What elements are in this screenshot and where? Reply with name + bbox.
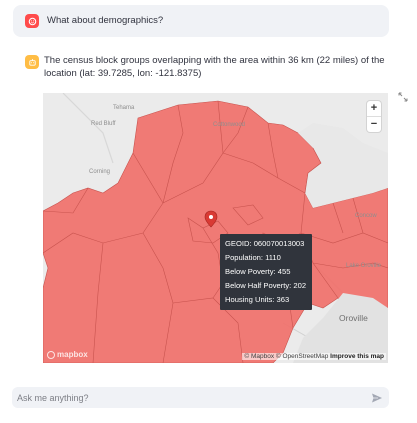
chat-input-container [12, 387, 389, 408]
tooltip-housing-units: Housing Units: 363 [225, 295, 290, 304]
map-view[interactable]: Tehama Red Bluff Corning Cottonwood Conc… [43, 93, 388, 363]
map-label-lake-oroville: Lake Oroville [346, 263, 382, 269]
chat-input[interactable] [12, 387, 357, 408]
map-attribution: © Mapbox © OpenStreetMap Improve this ma… [242, 353, 386, 360]
send-icon[interactable] [371, 392, 383, 404]
expand-icon[interactable] [398, 92, 408, 102]
user-message-text: What about demographics? [47, 15, 164, 26]
map-label-cottonwood: Cottonwood [213, 122, 246, 128]
zoom-out-button[interactable]: − [367, 116, 381, 132]
mapbox-logo[interactable]: mapbox [47, 350, 88, 359]
assistant-message-text: The census block groups overlapping with… [44, 55, 385, 79]
map-label-concow: Concow [355, 213, 377, 219]
map-label-oroville: Oroville [339, 313, 368, 323]
map-label-tehama: Tehama [113, 105, 135, 111]
assistant-avatar-icon [25, 55, 39, 69]
attribution-text[interactable]: © Mapbox © OpenStreetMap [244, 353, 328, 360]
tooltip-population: Population: 1110 [225, 253, 281, 262]
map-label-corning: Corning [89, 169, 111, 175]
tooltip-below-half-poverty: Below Half Poverty: 202 [225, 281, 307, 290]
improve-map-link[interactable]: Improve this map [330, 353, 384, 360]
zoom-in-button[interactable]: + [367, 101, 381, 116]
user-message: What about demographics? [13, 5, 389, 37]
map-label-red-bluff: Red Bluff [91, 121, 116, 127]
map-tooltip: GEOID: 060070013003 Population: 1110 Bel… [220, 234, 312, 310]
chat-page: What about demographics? The census bloc… [0, 0, 417, 423]
map-canvas[interactable] [43, 93, 388, 363]
tooltip-geoid: GEOID: 060070013003 [225, 239, 305, 248]
mapbox-logo-icon [47, 350, 55, 359]
tooltip-below-poverty: Below Poverty: 455 [225, 267, 291, 276]
user-avatar-icon [25, 14, 39, 28]
zoom-control: + − [367, 101, 381, 132]
